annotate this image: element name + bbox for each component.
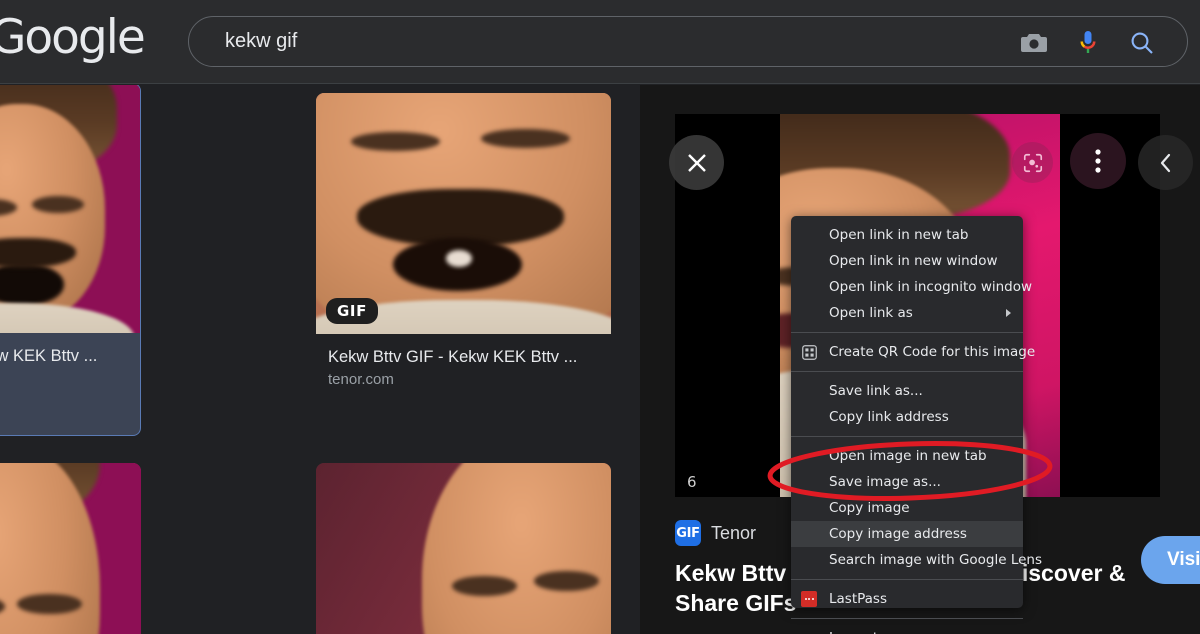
menu-item-save-image-as[interactable]: Save image as...	[791, 469, 1023, 495]
menu-item-lastpass[interactable]: LastPass	[791, 586, 1023, 612]
chevron-left-icon	[1160, 153, 1170, 172]
result-source-1: tenor.com	[0, 370, 140, 399]
result-card-3[interactable]	[0, 463, 141, 634]
thumbnail-artwork	[0, 85, 140, 333]
google-lens-button[interactable]	[1012, 142, 1053, 183]
menu-item-inspect[interactable]: Inspect	[791, 625, 1023, 634]
menu-item-open-link-as[interactable]: Open link as	[791, 300, 1023, 326]
menu-item-open-image-new-tab[interactable]: Open image in new tab	[791, 443, 1023, 469]
lastpass-icon	[800, 590, 818, 608]
menu-label: Save image as...	[829, 474, 941, 490]
menu-item-create-qr-code[interactable]: Create QR Code for this image	[791, 339, 1035, 365]
camera-search-icon[interactable]	[1019, 28, 1049, 58]
menu-item-open-link-new-tab[interactable]: Open link in new tab	[791, 222, 1023, 248]
source-name: Tenor	[711, 522, 757, 543]
result-card-1[interactable]: IF ekw Bttv GIF - Kekw KEK Bttv ... teno…	[0, 85, 141, 436]
qr-code-icon	[800, 343, 818, 361]
thumbnail-artwork	[316, 463, 611, 634]
menu-label: Copy image	[829, 500, 910, 516]
menu-label: Inspect	[829, 630, 878, 634]
menu-item-search-image-google-lens[interactable]: Search image with Google Lens	[791, 547, 1042, 573]
menu-separator	[791, 436, 1023, 437]
search-icon[interactable]	[1127, 28, 1157, 58]
context-menu[interactable]: Open link in new tab Open link in new wi…	[791, 216, 1042, 634]
microphone-icon[interactable]	[1073, 28, 1103, 58]
result-thumbnail-3[interactable]	[0, 463, 141, 634]
google-logo[interactable]: Google	[0, 14, 146, 61]
result-title-1[interactable]: ekw Bttv GIF - Kekw KEK Bttv ...	[0, 333, 140, 370]
result-source-2: tenor.com	[328, 371, 394, 388]
menu-label: Open link in new window	[829, 253, 998, 269]
menu-label: Save link as...	[829, 383, 923, 399]
close-button[interactable]	[669, 135, 724, 190]
title-line-2: Share GIFs	[675, 590, 797, 617]
more-options-button[interactable]	[1070, 133, 1126, 189]
menu-label: Open link in incognito window	[829, 279, 1033, 295]
menu-separator	[791, 579, 1023, 580]
close-icon	[687, 153, 706, 172]
google-images-page: Google kekw gif KEK Bttv ... GIF Kekw Bt…	[0, 0, 1200, 634]
result-card-4[interactable]	[316, 463, 611, 634]
previous-image-button[interactable]	[1138, 135, 1193, 190]
menu-item-open-link-new-window[interactable]: Open link in new window	[791, 248, 1023, 274]
gif-badge: GIF	[326, 298, 378, 324]
search-header: Google kekw gif	[0, 0, 1200, 84]
result-thumbnail-2[interactable]: GIF	[316, 93, 611, 334]
menu-item-copy-link-address[interactable]: Copy link address	[791, 404, 1023, 430]
menu-label: Create QR Code for this image	[829, 344, 1036, 360]
menu-item-copy-image[interactable]: Copy image	[791, 495, 1023, 521]
menu-item-copy-image-address[interactable]: Copy image address	[791, 521, 1023, 547]
result-thumbnail-4[interactable]	[316, 463, 611, 634]
tenor-gif-badge-icon: GIF	[675, 520, 701, 546]
menu-label: LastPass	[829, 591, 887, 607]
three-dot-menu-icon	[1095, 149, 1101, 173]
header-icon-group	[1019, 17, 1175, 68]
result-thumbnail-1[interactable]: IF	[0, 85, 140, 333]
menu-item-save-link-as[interactable]: Save link as...	[791, 378, 1023, 404]
image-results-grid: IF ekw Bttv GIF - Kekw KEK Bttv ... teno…	[0, 85, 640, 634]
visit-button[interactable]: Visit	[1141, 536, 1200, 584]
menu-label: Copy link address	[829, 409, 949, 425]
menu-separator	[791, 371, 1023, 372]
menu-label: Open link as	[829, 305, 913, 321]
search-bar[interactable]: kekw gif	[188, 16, 1188, 67]
result-card-2[interactable]: GIF Kekw Bttv GIF - Kekw KEK Bttv ... te…	[316, 93, 611, 443]
chevron-right-icon	[1006, 309, 1011, 317]
menu-label: Copy image address	[829, 526, 967, 542]
menu-separator	[791, 618, 1023, 619]
menu-item-open-link-incognito[interactable]: Open link in incognito window	[791, 274, 1032, 300]
thumbnail-artwork	[0, 463, 141, 634]
result-title-2[interactable]: Kekw Bttv GIF - Kekw KEK Bttv ...	[316, 334, 611, 371]
menu-label: Open image in new tab	[829, 448, 987, 464]
menu-label: Search image with Google Lens	[829, 552, 1043, 568]
menu-separator	[791, 332, 1023, 333]
menu-label: Open link in new tab	[829, 227, 969, 243]
image-counter: 6	[687, 473, 697, 491]
lens-icon	[1023, 153, 1042, 172]
